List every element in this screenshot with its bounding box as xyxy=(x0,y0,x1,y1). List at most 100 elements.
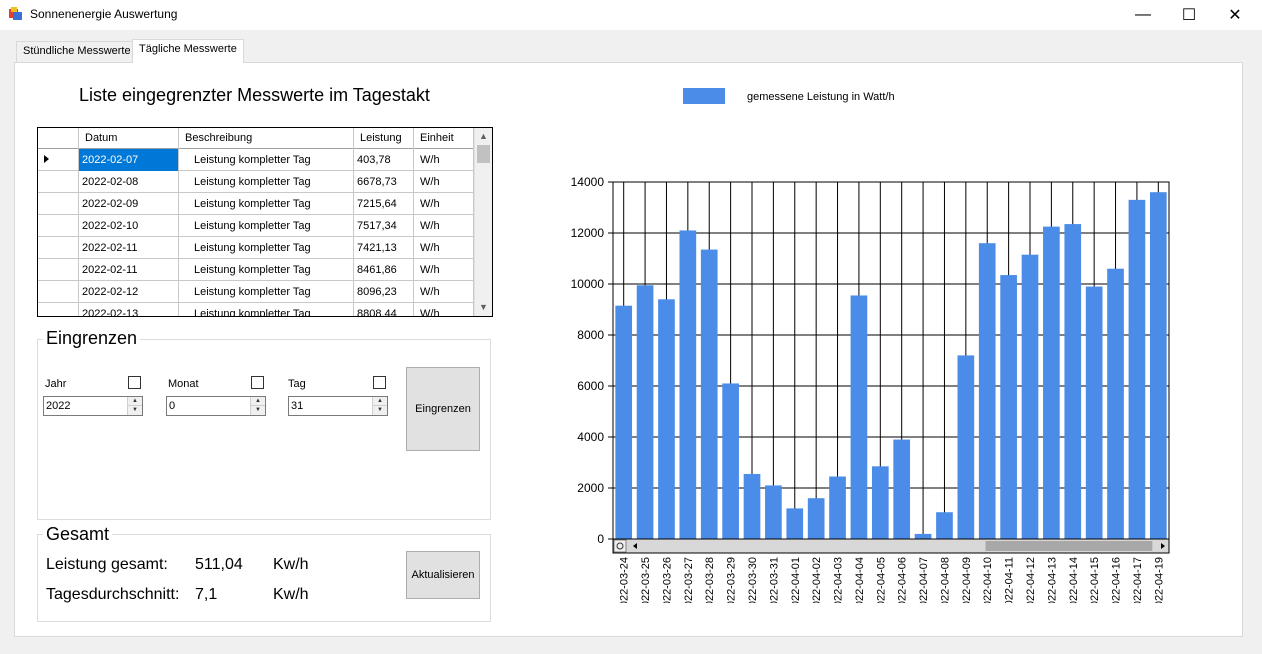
tab-hourly[interactable]: Stündliche Messwerte xyxy=(16,41,138,62)
cell-einheit[interactable]: W/h xyxy=(414,193,474,215)
cell-datum[interactable]: 2022-02-10 xyxy=(79,215,179,237)
cell-beschreibung[interactable]: Leistung kompletter Tag xyxy=(179,171,354,193)
x-tick-label: 2022-04-14 xyxy=(1068,557,1080,603)
table-row[interactable]: 2022-02-07 Leistung kompletter Tag 403,78 W… xyxy=(38,149,474,171)
column-header-leistung[interactable]: Leistung xyxy=(354,128,414,149)
table-row[interactable]: 2022-02-11 Leistung kompletter Tag 8461,86… xyxy=(38,259,474,281)
close-icon: ✕ xyxy=(1228,7,1242,24)
cell-datum[interactable]: 2022-02-13 xyxy=(79,303,179,316)
monat-value[interactable]: 0 xyxy=(169,400,175,412)
jahr-value[interactable]: 2022 xyxy=(46,400,70,412)
cell-beschreibung[interactable]: Leistung kompletter Tag xyxy=(179,193,354,215)
close-button[interactable]: ✕ xyxy=(1212,0,1258,30)
legend-swatch xyxy=(683,88,725,104)
spin-up-icon[interactable]: ▲ xyxy=(128,397,142,406)
row-header[interactable] xyxy=(38,237,79,259)
jahr-checkbox[interactable] xyxy=(128,376,141,389)
cell-leistung[interactable]: 7421,13 xyxy=(354,237,414,259)
measurements-grid[interactable]: Datum Beschreibung Leistung Einheit 2022… xyxy=(37,127,493,317)
x-tick-label: 2022-04-19 xyxy=(1153,557,1165,603)
spin-down-icon[interactable]: ▼ xyxy=(251,406,265,415)
eingrenzen-button[interactable]: Eingrenzen xyxy=(406,367,480,451)
x-tick-label: 2022-03-26 xyxy=(661,557,673,603)
cell-beschreibung[interactable]: Leistung kompletter Tag xyxy=(179,281,354,303)
row-header[interactable] xyxy=(38,259,79,281)
bar xyxy=(807,498,825,539)
scroll-thumb[interactable] xyxy=(477,145,490,163)
maximize-button[interactable]: ☐ xyxy=(1166,0,1212,30)
tab-daily[interactable]: Tägliche Messwerte xyxy=(132,39,244,63)
chart-scrollbar-thumb xyxy=(985,541,1153,551)
cell-leistung[interactable]: 6678,73 xyxy=(354,171,414,193)
cell-datum[interactable]: 2022-02-08 xyxy=(79,171,179,193)
jahr-label: Jahr xyxy=(45,378,67,390)
row-header[interactable] xyxy=(38,215,79,237)
cell-beschreibung[interactable]: Leistung kompletter Tag xyxy=(179,303,354,316)
monat-checkbox[interactable] xyxy=(251,376,264,389)
cell-einheit[interactable]: W/h xyxy=(414,149,474,171)
x-tick-label: 2022-04-02 xyxy=(811,557,823,603)
bar xyxy=(722,383,739,539)
cell-datum[interactable]: 2022-02-09 xyxy=(79,193,179,215)
scroll-down-icon[interactable]: ▼ xyxy=(475,299,492,316)
cell-beschreibung[interactable]: Leistung kompletter Tag xyxy=(179,237,354,259)
table-row[interactable]: 2022-02-11 Leistung kompletter Tag 7421,13… xyxy=(38,237,474,259)
grid-vertical-scrollbar[interactable]: ▲ ▼ xyxy=(474,128,492,316)
monat-spinner[interactable]: 0 ▲ ▼ xyxy=(166,396,266,416)
bar xyxy=(978,243,996,539)
x-tick-label: 2022-04-13 xyxy=(1046,557,1058,603)
spin-down-icon[interactable]: ▼ xyxy=(373,406,387,415)
row-header[interactable] xyxy=(38,303,79,316)
spin-up-icon[interactable]: ▲ xyxy=(251,397,265,406)
cell-leistung[interactable]: 403,78 xyxy=(354,149,414,171)
table-row[interactable]: 2022-02-10 Leistung kompletter Tag 7517,34… xyxy=(38,215,474,237)
column-header-einheit[interactable]: Einheit xyxy=(414,128,474,149)
cell-leistung[interactable]: 8808,44 xyxy=(354,303,414,316)
cell-einheit[interactable]: W/h xyxy=(414,215,474,237)
row-header[interactable] xyxy=(38,281,79,303)
cell-datum[interactable]: 2022-02-07 xyxy=(79,149,179,171)
bar-chart: 0 2000 4000 6000 8000 10000 12000 14000 2022-03-… xyxy=(571,175,1170,603)
column-header-datum[interactable]: Datum xyxy=(79,128,179,149)
table-row[interactable]: 2022-02-13 Leistung kompletter Tag 8808,44… xyxy=(38,303,474,316)
x-tick-label: 2022-04-03 xyxy=(833,557,845,603)
minimize-button[interactable]: — xyxy=(1120,0,1166,30)
cell-datum[interactable]: 2022-02-12 xyxy=(79,281,179,303)
tag-checkbox[interactable] xyxy=(373,376,386,389)
cell-beschreibung[interactable]: Leistung kompletter Tag xyxy=(179,149,354,171)
cell-einheit[interactable]: W/h xyxy=(414,237,474,259)
cell-leistung[interactable]: 7517,34 xyxy=(354,215,414,237)
cell-datum[interactable]: 2022-02-11 xyxy=(79,259,179,281)
cell-einheit[interactable]: W/h xyxy=(414,303,474,316)
sum-value: 511,04 xyxy=(195,556,243,573)
cell-einheit[interactable]: W/h xyxy=(414,171,474,193)
x-tick-label: 2022-03-25 xyxy=(640,557,652,603)
cell-einheit[interactable]: W/h xyxy=(414,259,474,281)
tag-value[interactable]: 31 xyxy=(291,400,303,412)
column-header-beschreibung[interactable]: Beschreibung xyxy=(179,128,354,149)
cell-datum[interactable]: 2022-02-11 xyxy=(79,237,179,259)
list-title: Liste eingegrenzter Messwerte im Tagesta… xyxy=(79,85,430,105)
minimize-icon: — xyxy=(1135,6,1151,23)
row-header[interactable] xyxy=(38,193,79,215)
y-tick-label: 4000 xyxy=(577,430,604,444)
jahr-spinner[interactable]: 2022 ▲ ▼ xyxy=(43,396,143,416)
row-header[interactable] xyxy=(38,171,79,193)
cell-beschreibung[interactable]: Leistung kompletter Tag xyxy=(179,259,354,281)
cell-leistung[interactable]: 7215,64 xyxy=(354,193,414,215)
table-row[interactable]: 2022-02-12 Leistung kompletter Tag 8096,23… xyxy=(38,281,474,303)
spin-up-icon[interactable]: ▲ xyxy=(373,397,387,406)
row-header[interactable] xyxy=(38,149,79,171)
bar xyxy=(1107,268,1124,539)
spin-down-icon[interactable]: ▼ xyxy=(128,406,142,415)
tag-spinner[interactable]: 31 ▲ ▼ xyxy=(288,396,388,416)
cell-einheit[interactable]: W/h xyxy=(414,281,474,303)
scroll-up-icon[interactable]: ▲ xyxy=(475,128,492,145)
cell-beschreibung[interactable]: Leistung kompletter Tag xyxy=(179,215,354,237)
table-row[interactable]: 2022-02-09 Leistung kompletter Tag 7215,64… xyxy=(38,193,474,215)
table-row[interactable]: 2022-02-08 Leistung kompletter Tag 6678,73… xyxy=(38,171,474,193)
aktualisieren-button[interactable]: Aktualisieren xyxy=(406,551,480,599)
cell-leistung[interactable]: 8461,86 xyxy=(354,259,414,281)
y-tick-label: 10000 xyxy=(571,277,605,291)
cell-leistung[interactable]: 8096,23 xyxy=(354,281,414,303)
